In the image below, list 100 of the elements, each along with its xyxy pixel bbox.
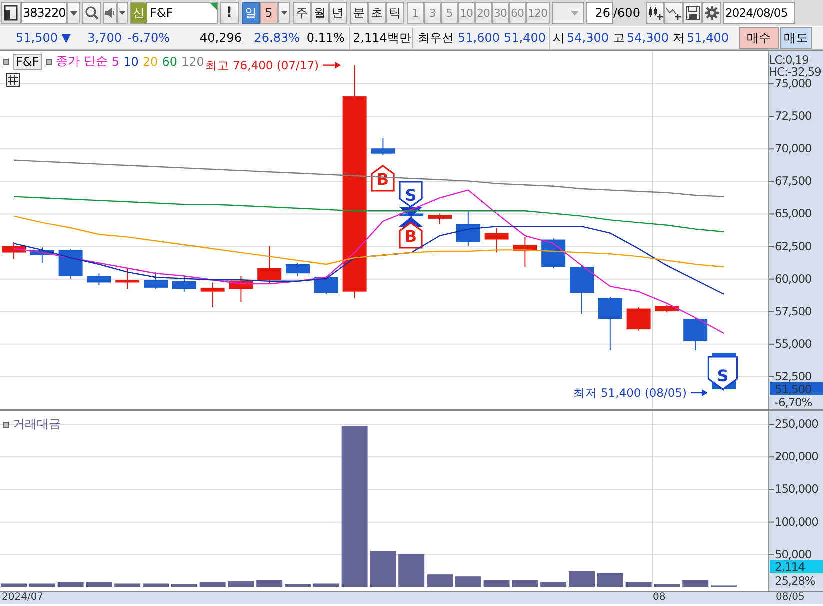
sell-button[interactable]: 매도 bbox=[780, 27, 812, 49]
axis-label: 200,000 bbox=[775, 450, 818, 464]
panel-icon bbox=[4, 5, 18, 21]
corner-icon bbox=[210, 3, 217, 10]
legend-label: 종가 단순 bbox=[56, 53, 108, 70]
axis-label: 50,000 bbox=[775, 547, 812, 562]
candle bbox=[30, 247, 54, 264]
dropdown-button[interactable] bbox=[117, 2, 128, 24]
candle bbox=[428, 213, 452, 225]
sell-signal-marker: S bbox=[399, 181, 423, 208]
chart-title: 거래대금 bbox=[13, 416, 61, 433]
period-tab[interactable]: 년 bbox=[329, 2, 347, 24]
add-line-button[interactable] bbox=[664, 2, 684, 24]
low-price-note: 최저 51,400 (08/05) bbox=[573, 386, 687, 400]
app-menu-button[interactable] bbox=[1, 2, 21, 24]
axis-label: 62,500 bbox=[775, 239, 812, 254]
volume-ratio: 0.11% bbox=[304, 27, 350, 49]
axis-label: 72,500 bbox=[775, 109, 812, 124]
axis-label: 67,500 bbox=[775, 174, 812, 188]
caret-icon bbox=[119, 11, 126, 15]
turnover-rate: 26.83% bbox=[253, 30, 301, 47]
candle bbox=[2, 242, 26, 260]
candle bbox=[314, 276, 338, 295]
volume-bar bbox=[58, 582, 84, 587]
high-price: 54,300 bbox=[627, 30, 670, 47]
volume-bar bbox=[171, 584, 198, 587]
right-arrow-icon bbox=[691, 390, 708, 396]
speaker-button[interactable] bbox=[103, 2, 117, 24]
volume-bar bbox=[654, 584, 680, 587]
volume-bar bbox=[143, 584, 169, 587]
sell-signal-marker: S bbox=[708, 356, 738, 390]
candle bbox=[626, 306, 651, 332]
price-change: 3,700 bbox=[86, 30, 123, 47]
current-ratio-label: 25,28% bbox=[775, 574, 816, 588]
candle bbox=[229, 276, 254, 303]
axis-label: 150,000 bbox=[775, 482, 818, 496]
candle bbox=[258, 246, 282, 285]
add-candle-button[interactable] bbox=[646, 2, 664, 24]
legend-stock-name[interactable]: F&F bbox=[13, 54, 42, 70]
legend-marker-icon bbox=[3, 422, 9, 428]
table-icon[interactable] bbox=[6, 73, 20, 87]
current-change-label: -6,70% bbox=[775, 395, 812, 409]
open-label: 시 bbox=[553, 30, 566, 47]
volume-bar bbox=[626, 582, 652, 587]
best-bid: 51,400 bbox=[504, 27, 550, 49]
alert-button[interactable]: ! bbox=[220, 2, 239, 24]
market-badge: 신 bbox=[131, 3, 147, 23]
axis-label: 75,000 bbox=[775, 76, 812, 91]
period-tab[interactable]: 틱 bbox=[386, 2, 404, 24]
volume-bar bbox=[455, 576, 482, 587]
volume-bar bbox=[597, 573, 624, 587]
bar-total: /600 bbox=[612, 5, 640, 21]
candle bbox=[87, 273, 112, 286]
period-tab[interactable]: 월 bbox=[311, 2, 329, 24]
dropdown-button[interactable] bbox=[67, 2, 80, 24]
search-button[interactable] bbox=[82, 2, 101, 24]
best-ask: 51,600 bbox=[458, 30, 501, 47]
candle bbox=[116, 268, 140, 290]
volume-bar bbox=[398, 554, 425, 587]
volume-bar bbox=[484, 580, 510, 587]
low-price: 51,400 bbox=[687, 30, 730, 47]
period-tab[interactable]: 주 bbox=[293, 2, 311, 24]
candle bbox=[542, 238, 566, 269]
bar-count-field[interactable]: 26 bbox=[586, 2, 612, 24]
change-rate: -6.70% bbox=[126, 30, 171, 47]
legend-marker-icon bbox=[3, 58, 9, 64]
period-tab[interactable]: 분 bbox=[350, 2, 368, 24]
stock-name: F&F bbox=[150, 6, 174, 20]
volume-bar bbox=[313, 584, 340, 587]
candle bbox=[513, 236, 538, 268]
period-tab[interactable]: 일 bbox=[242, 2, 260, 24]
settings-icon bbox=[704, 6, 719, 20]
buy-button[interactable]: 매수 bbox=[739, 27, 779, 49]
candle bbox=[371, 138, 396, 156]
date-field[interactable]: 2024/08/05 bbox=[723, 2, 796, 24]
period-count-field[interactable]: 5 bbox=[260, 2, 278, 24]
axis-label: 55,000 bbox=[775, 336, 812, 351]
stock-name-field[interactable]: 신 F&F bbox=[130, 2, 218, 24]
dropdown-button[interactable] bbox=[278, 2, 290, 24]
candle bbox=[684, 317, 708, 351]
volume-bar bbox=[29, 584, 56, 587]
caret-icon bbox=[70, 10, 78, 16]
candle bbox=[456, 210, 480, 247]
legend-period: 20 bbox=[142, 54, 158, 68]
legend-marker-icon bbox=[46, 58, 52, 64]
settings-button[interactable] bbox=[702, 2, 722, 24]
period-tab[interactable]: 초 bbox=[368, 2, 386, 24]
volume-bar bbox=[86, 582, 112, 587]
candle-plus-icon bbox=[648, 6, 663, 20]
search-icon bbox=[84, 6, 98, 20]
stock-code-field[interactable]: 383220 bbox=[21, 2, 67, 24]
axis-label: 60,000 bbox=[775, 272, 812, 286]
candle bbox=[655, 304, 680, 314]
right-arrow-icon bbox=[323, 62, 341, 69]
volume-bar bbox=[427, 574, 453, 587]
line-plus-icon bbox=[666, 6, 682, 20]
save-button[interactable] bbox=[683, 2, 702, 24]
best-price-label: 최우선 bbox=[417, 30, 455, 47]
axis-label: 65,000 bbox=[775, 206, 812, 221]
current-price-tag: 51,500 bbox=[770, 382, 823, 396]
